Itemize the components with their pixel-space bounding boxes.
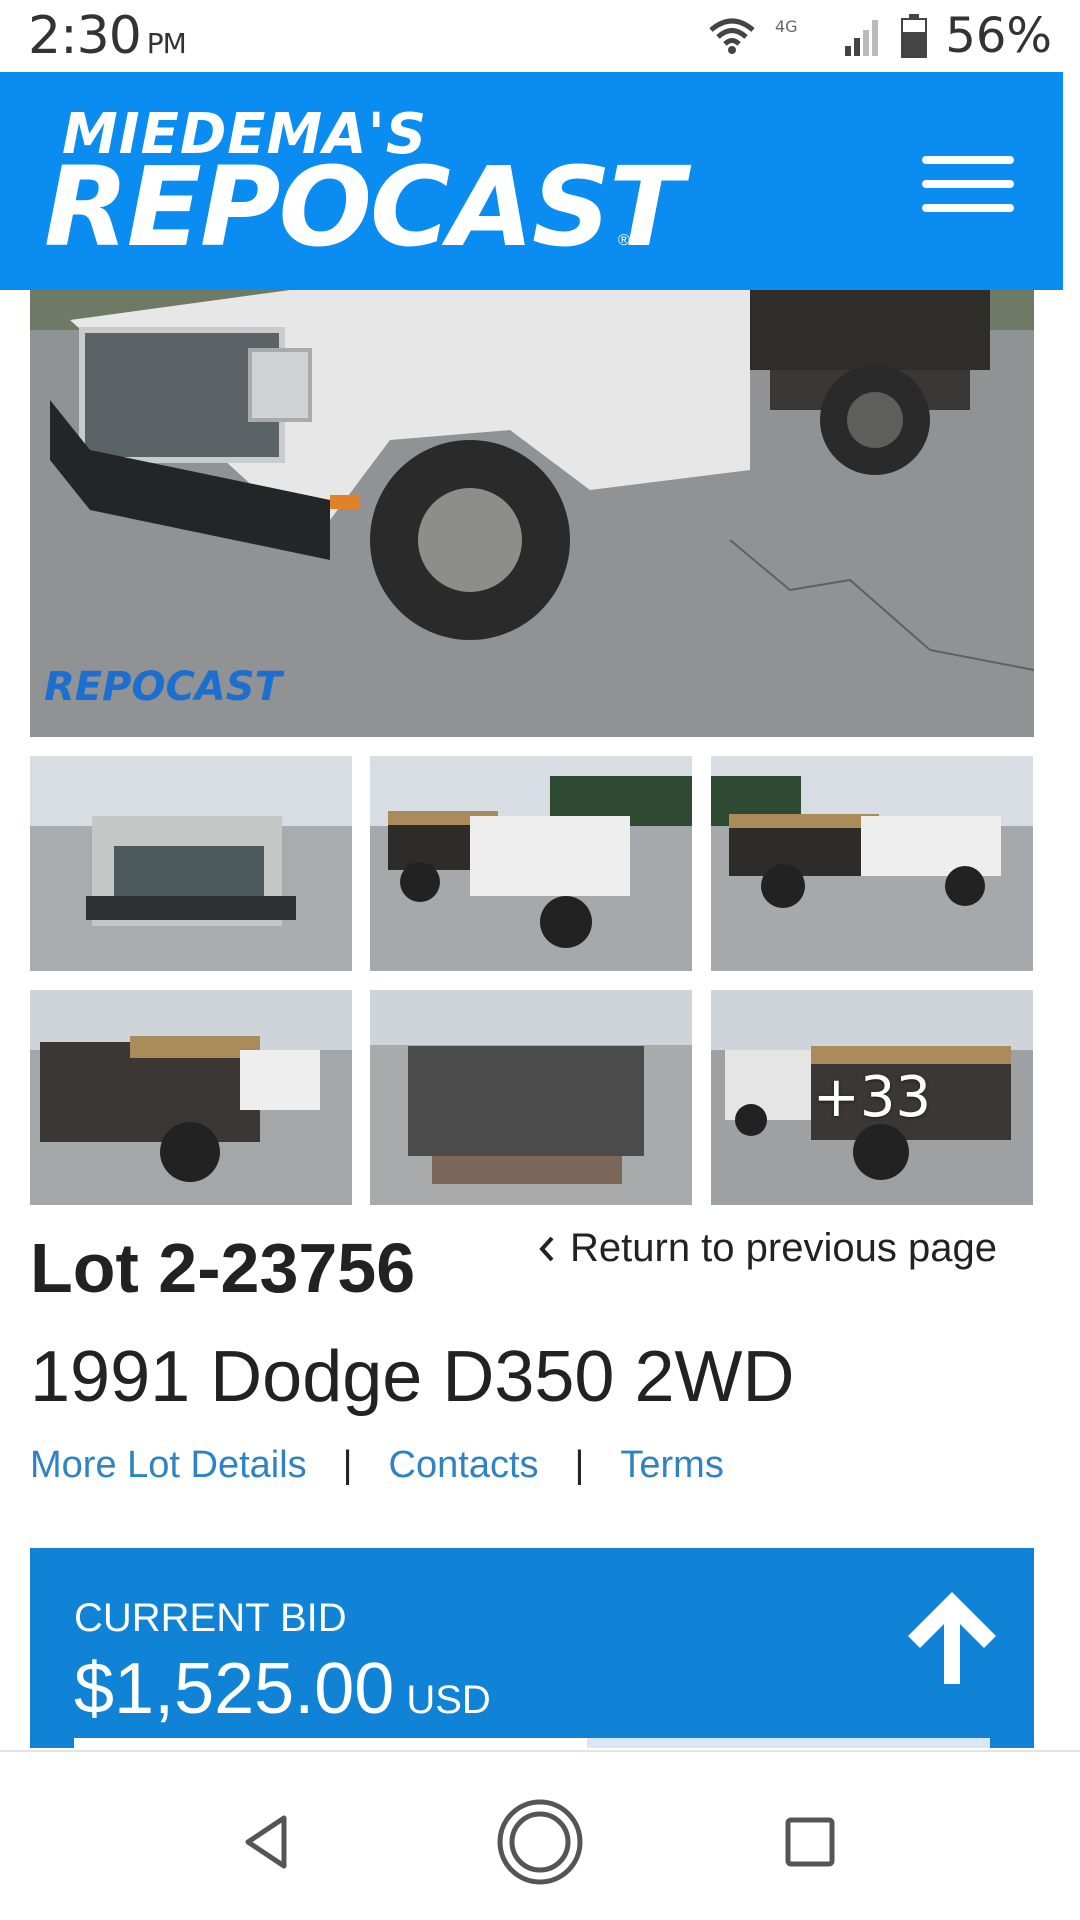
menu-line (922, 156, 1014, 164)
link-separator: | (574, 1444, 585, 1486)
thumbnail-1[interactable] (30, 756, 352, 971)
thumbnail-6-more[interactable]: +33 (711, 990, 1033, 1205)
truck-rear-quarter-thumbnail (30, 990, 352, 1205)
thumbnail-2[interactable] (370, 756, 692, 971)
truck-side-thumbnail (711, 756, 1033, 971)
menu-line (922, 204, 1014, 212)
thumbnail-5[interactable] (370, 990, 692, 1205)
terms-link[interactable]: Terms (620, 1444, 723, 1487)
network-label: 4G (775, 17, 798, 36)
bid-progress-fill (74, 1738, 587, 1748)
truck-front-thumbnail (30, 756, 352, 971)
home-circle-icon (497, 1799, 583, 1885)
more-photos-count[interactable]: +33 (711, 990, 1033, 1205)
lot-title: 1991 Dodge D350 2WD (30, 1337, 795, 1417)
android-nav-bar (0, 1750, 1080, 1920)
wifi-icon (709, 18, 755, 54)
contacts-link[interactable]: Contacts (389, 1444, 539, 1487)
status-time: 2:30 PM (28, 6, 187, 66)
truck-rear-thumbnail (370, 990, 692, 1205)
logo-registered-mark: ® (618, 232, 630, 249)
hamburger-menu-icon[interactable] (922, 156, 1014, 212)
recent-apps-square-icon (785, 1817, 835, 1867)
recent-apps-button[interactable] (760, 1792, 860, 1892)
more-lot-details-link[interactable]: More Lot Details (30, 1444, 307, 1487)
photo-watermark: REPOCAST (44, 664, 285, 710)
chevron-left-icon (539, 1236, 554, 1261)
truck-side-thumbnail (370, 756, 692, 971)
arrow-up-icon[interactable] (898, 1584, 1006, 1692)
site-header: MIEDEMA'S REPOCAST ® (0, 72, 1063, 290)
current-bid-panel: CURRENT BID $1,525.00 USD (30, 1548, 1034, 1748)
status-icons: 4G 56% (707, 8, 1052, 64)
bid-progress-track (74, 1738, 990, 1748)
back-button[interactable] (216, 1792, 316, 1892)
bid-amount-value: $1,525.00 (74, 1649, 395, 1729)
thumbnail-4[interactable] (30, 990, 352, 1205)
battery-percent: 56% (945, 8, 1052, 64)
current-bid-label: CURRENT BID (74, 1596, 347, 1640)
logo-main-text[interactable]: REPOCAST (44, 152, 684, 262)
return-to-previous-page-link[interactable]: Return to previous page (538, 1226, 997, 1271)
home-button[interactable] (490, 1792, 590, 1892)
main-photo[interactable]: REPOCAST (30, 290, 1034, 737)
signal-icon (845, 20, 879, 56)
page: 2:30 PM 4G 56% MIEDEMA'S REPOCAST ® REPO… (0, 0, 1080, 1920)
lot-number: Lot 2-23756 (30, 1229, 416, 1307)
thumbnail-3[interactable] (711, 756, 1033, 971)
battery-icon (901, 14, 928, 58)
bid-currency: USD (406, 1678, 491, 1722)
current-bid-amount: $1,525.00 USD (74, 1648, 491, 1730)
status-time-ampm: PM (146, 27, 187, 60)
network-icon: 4G (775, 17, 798, 36)
link-separator: | (342, 1444, 353, 1486)
return-link-label: Return to previous page (570, 1226, 997, 1270)
back-triangle-icon (245, 1815, 287, 1869)
status-time-value: 2:30 (28, 6, 142, 66)
status-bar: 2:30 PM 4G 56% (0, 0, 1080, 72)
menu-line (922, 180, 1014, 188)
truck-main-image: REPOCAST (30, 290, 1034, 737)
lot-links: More Lot Details | Contacts | Terms (30, 1444, 724, 1487)
